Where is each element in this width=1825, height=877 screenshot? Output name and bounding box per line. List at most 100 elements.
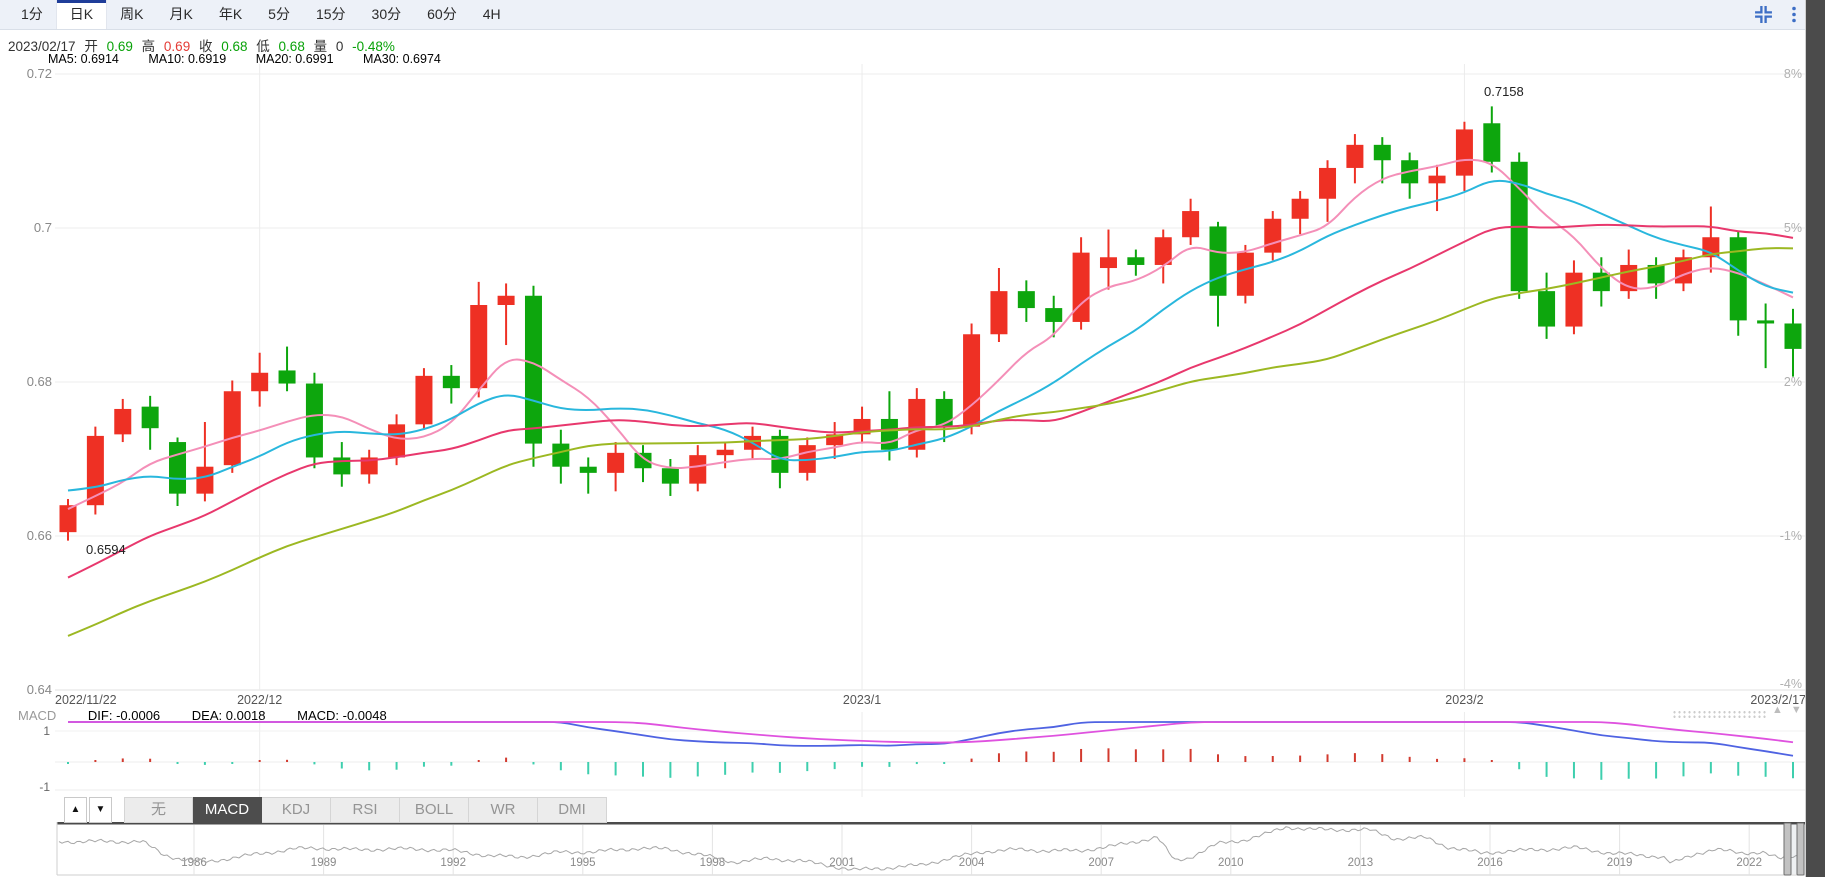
candle-body[interactable] (607, 452, 625, 473)
candle-body[interactable] (716, 449, 734, 456)
candle-body[interactable] (908, 398, 926, 450)
indicator-tab-无[interactable]: 无 (124, 797, 193, 823)
indicator-tab-KDJ[interactable]: KDJ (262, 797, 331, 823)
svg-text:-1%: -1% (1780, 529, 1802, 543)
candle-body[interactable] (661, 468, 679, 484)
window-scrollbar-strip[interactable] (1805, 0, 1825, 877)
candle-body[interactable] (278, 370, 296, 384)
candle-body[interactable] (1428, 175, 1446, 184)
candle-body[interactable] (1236, 252, 1254, 296)
period-tab-4H[interactable]: 4H (470, 0, 514, 29)
candle-body[interactable] (223, 391, 241, 466)
candle-body[interactable] (415, 375, 433, 425)
candle-body[interactable] (1483, 123, 1501, 162)
svg-text:2016: 2016 (1477, 857, 1503, 869)
svg-text:0.68: 0.68 (27, 374, 52, 389)
indicator-tab-BOLL[interactable]: BOLL (400, 797, 469, 823)
svg-text:2007: 2007 (1088, 857, 1114, 869)
candle-body[interactable] (1373, 144, 1391, 161)
ma30-legend: MA30: 0.6974 (363, 52, 441, 66)
candle-body[interactable] (470, 305, 488, 389)
indicator-up-button[interactable]: ▲ (64, 797, 87, 823)
indicator-tab-WR[interactable]: WR (469, 797, 538, 823)
candle-body[interactable] (1099, 257, 1117, 269)
candle-body[interactable] (771, 435, 789, 473)
candle-body[interactable] (1346, 144, 1364, 168)
navigator-pane[interactable]: 1986 1989 1992 1995 1998 2001 2004 2007 2010 2013… (56, 822, 1807, 876)
candle-body[interactable] (497, 295, 515, 305)
high-price-annotation: 0.7158 (1484, 84, 1524, 99)
svg-text:0.66: 0.66 (27, 528, 52, 543)
indicator-tab-DMI[interactable]: DMI (538, 797, 607, 823)
pane-up-icon[interactable]: ▲ (1772, 704, 1791, 716)
candle-body[interactable] (1182, 211, 1200, 238)
candle-body[interactable] (1455, 129, 1473, 176)
svg-text:2022: 2022 (1736, 857, 1762, 869)
dif-value: DIF: -0.0006 (87, 708, 161, 723)
collapse-icon[interactable] (1754, 5, 1773, 24)
candle-body[interactable] (689, 455, 707, 484)
candle-body[interactable] (1319, 167, 1337, 199)
svg-text:1: 1 (43, 724, 50, 738)
candle-body[interactable] (1264, 218, 1282, 253)
candle-body[interactable] (880, 418, 898, 450)
kebab-menu-icon[interactable] (1791, 5, 1797, 24)
candle-body[interactable] (1072, 252, 1090, 322)
indicator-tab-RSI[interactable]: RSI (331, 797, 400, 823)
period-tab-日K[interactable]: 日K (55, 0, 108, 29)
ma-legend: MA5: 0.6914 MA10: 0.6919 MA20: 0.6991 MA… (48, 52, 467, 66)
navigator-handle[interactable] (1796, 822, 1805, 876)
candle-body[interactable] (1538, 291, 1556, 327)
candle-body[interactable] (963, 334, 981, 427)
candle-body[interactable] (86, 435, 104, 506)
candlestick-pane[interactable] (59, 106, 1802, 637)
candle-body[interactable] (935, 398, 953, 427)
dif-line (68, 721, 1794, 757)
period-tab-60分[interactable]: 60分 (414, 0, 470, 29)
period-tab-1分[interactable]: 1分 (8, 0, 56, 29)
candle-body[interactable] (1209, 226, 1227, 296)
candle-body[interactable] (1127, 257, 1145, 265)
svg-text:2019: 2019 (1607, 857, 1633, 869)
candle-body[interactable] (552, 443, 570, 467)
candle-body[interactable] (305, 383, 323, 458)
svg-text:2022/12: 2022/12 (237, 693, 282, 707)
dea-value: DEA: 0.0018 (191, 708, 266, 723)
navigator-handle[interactable] (1783, 822, 1792, 876)
candle-body[interactable] (442, 375, 460, 389)
svg-text:1986: 1986 (181, 857, 207, 869)
candle-body[interactable] (990, 291, 1008, 335)
candle-body[interactable] (579, 466, 597, 473)
period-tab-30分[interactable]: 30分 (359, 0, 415, 29)
period-tabbar: 1分 日K 周K 月K 年K 5分 15分 30分 60分 4H (0, 0, 1806, 30)
chart-canvas[interactable]: 0.72 8% 0.7 5% 0.68 2% 0.66 -1% 0.64 -4% 2022/11/2… (0, 0, 1825, 877)
period-tab-年K[interactable]: 年K (206, 0, 255, 29)
period-tab-月K[interactable]: 月K (156, 0, 205, 29)
candle-body[interactable] (1045, 308, 1063, 322)
candle-body[interactable] (251, 372, 269, 392)
candle-body[interactable] (196, 466, 214, 494)
low-price-annotation: 0.6594 (86, 542, 126, 557)
macd-pane-drag-handle[interactable] (1672, 710, 1768, 719)
candle-body[interactable] (1784, 323, 1802, 349)
candle-body[interactable] (1017, 291, 1035, 309)
candle-body[interactable] (141, 406, 159, 429)
candle-body[interactable] (388, 424, 406, 458)
candle-body[interactable] (1565, 272, 1583, 327)
dea-line (68, 721, 1794, 744)
svg-text:8%: 8% (1784, 67, 1802, 81)
candle-body[interactable] (1291, 198, 1309, 219)
candle-body[interactable] (114, 408, 132, 435)
period-tab-5分[interactable]: 5分 (255, 0, 303, 29)
svg-text:-4%: -4% (1780, 677, 1802, 691)
candle-body[interactable] (59, 505, 77, 533)
indicator-tab-MACD[interactable]: MACD (193, 797, 262, 823)
ma20-line (67, 223, 1794, 579)
svg-text:2010: 2010 (1218, 857, 1244, 869)
indicator-down-button[interactable]: ▼ (89, 797, 112, 823)
period-tab-周K[interactable]: 周K (107, 0, 156, 29)
candle-body[interactable] (169, 442, 187, 494)
period-tab-15分[interactable]: 15分 (303, 0, 359, 29)
candle-body[interactable] (524, 295, 542, 444)
candle-body[interactable] (1757, 320, 1775, 324)
